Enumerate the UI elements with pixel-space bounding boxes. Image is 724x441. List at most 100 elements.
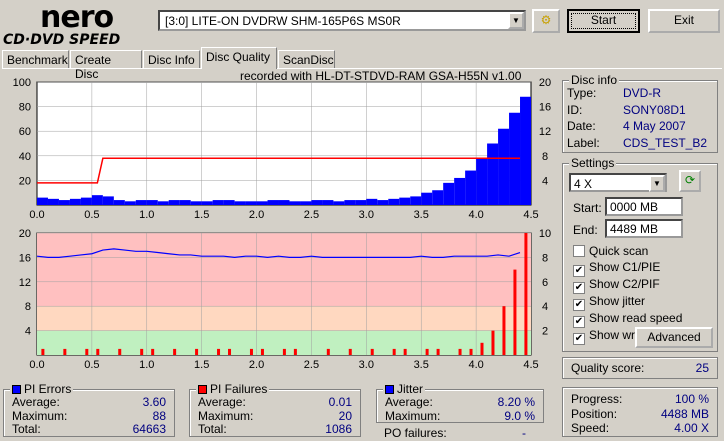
y-tick-label: 100 xyxy=(13,77,31,89)
x-tick-label: 0.0 xyxy=(29,359,44,371)
pi-error-bar xyxy=(289,201,301,205)
x-tick-label: 3.5 xyxy=(414,359,429,371)
checkbox-show-c1-pie[interactable]: ✔ Show C1/PIE xyxy=(573,260,684,277)
start-button[interactable]: Start xyxy=(567,9,640,33)
pi-error-bar xyxy=(322,200,334,205)
checkbox-label: Show C1/PIE xyxy=(589,259,661,274)
x-tick-label: 1.5 xyxy=(194,359,209,371)
speed-value: 4 X xyxy=(574,177,593,191)
pi-failure-bar xyxy=(260,348,264,355)
checkbox-quick-scan[interactable]: Quick scan xyxy=(573,244,684,260)
pi-error-bar xyxy=(311,200,323,205)
checkbox-box[interactable]: ✔ xyxy=(573,332,585,345)
progress-label: Progress: xyxy=(571,392,623,406)
pi-failure-bar xyxy=(469,348,473,355)
end-label: End: xyxy=(573,223,598,237)
settings-group: Settings 4 X ▼ ⟳ Start: 0000 MB End: 4489… xyxy=(562,156,718,352)
start-input[interactable]: 0000 MB xyxy=(605,197,683,216)
checkbox-box[interactable]: ✔ xyxy=(573,264,585,277)
x-tick-label: 4.0 xyxy=(468,359,483,371)
refresh-icon[interactable]: ⟳ xyxy=(679,170,701,192)
tab-disc-info[interactable]: Disc Info xyxy=(143,50,200,68)
quality-band xyxy=(37,233,531,307)
pi-failure-bar xyxy=(151,348,155,355)
label-value: CDS_TEST_B2 xyxy=(623,135,708,150)
drive-select[interactable]: [3:0] LITE-ON DVDRW SHM-165P6S MS0R ▼ xyxy=(158,10,526,31)
chevron-down-icon[interactable]: ▼ xyxy=(649,175,665,192)
pi-failure-bar xyxy=(348,348,352,355)
quality-band xyxy=(37,306,531,331)
y-tick-label: 8 xyxy=(25,301,31,313)
checkbox-box[interactable]: ✔ xyxy=(573,298,585,311)
y2-tick-label: 8 xyxy=(542,151,548,163)
pie-max-value: 88 xyxy=(152,409,166,423)
advanced-button[interactable]: Advanced xyxy=(635,327,713,348)
pi-failure-bar xyxy=(370,348,374,355)
end-input[interactable]: 4489 MB xyxy=(605,219,683,238)
speed-value: 4.00 X xyxy=(674,421,709,435)
pif-chart: 0.0 0.5 1.0 1.5 2.0 2.5 3.0 3.5 4.0 4.54812162024… xyxy=(19,228,551,371)
pi-failure-bar xyxy=(392,348,396,355)
type-label: Type: xyxy=(567,86,597,100)
settings-title: Settings xyxy=(569,156,617,170)
disc-info-labels: Type: ID: Date: Label: xyxy=(567,85,600,151)
jitter-legend-icon xyxy=(385,385,394,394)
pi-failure-bar xyxy=(41,348,45,355)
tab-disc-quality[interactable]: Disc Quality xyxy=(201,47,277,69)
jitter-group: Jitter Average: 8.20 % Maximum: 9.0 % xyxy=(376,382,544,423)
pif-total-label: Total: xyxy=(198,422,227,436)
tab-benchmark[interactable]: Benchmark xyxy=(2,50,69,68)
checkbox-show-jitter[interactable]: ✔ Show jitter xyxy=(573,294,684,311)
pie-chart: 0.0 0.5 1.0 1.5 2.0 2.5 3.0 3.5 4.0 4.5 20 40 60 80 10… xyxy=(13,77,551,221)
x-tick-label: 4.0 xyxy=(468,209,483,221)
pi-error-bar xyxy=(476,158,488,205)
pi-error-bar xyxy=(355,200,367,205)
checkbox-show-read-speed[interactable]: ✔ Show read speed xyxy=(573,311,684,328)
pi-error-bar xyxy=(212,200,224,205)
pi-error-bar xyxy=(267,200,279,205)
pi-error-bar xyxy=(179,200,191,205)
exit-button[interactable]: Exit xyxy=(648,9,720,33)
pif-total-value: 1086 xyxy=(325,422,352,436)
pi-failure-bar xyxy=(491,330,495,355)
y2-tick-label: 6 xyxy=(542,277,548,289)
chevron-down-icon[interactable]: ▼ xyxy=(508,12,524,29)
pi-error-bar xyxy=(201,201,213,205)
pi-failure-bar xyxy=(217,348,221,355)
speed-select[interactable]: 4 X ▼ xyxy=(569,173,667,192)
pi-error-bar xyxy=(454,177,466,205)
pi-error-bar xyxy=(168,200,180,205)
start-label: Start: xyxy=(573,201,602,215)
y-tick-label: 80 xyxy=(19,102,31,114)
pi-error-bar xyxy=(69,198,81,205)
pi-failure-bar xyxy=(480,342,484,355)
y-tick-label: 40 xyxy=(19,151,31,163)
checkbox-box[interactable] xyxy=(573,245,585,257)
tab-create-disc[interactable]: Create Disc xyxy=(70,50,142,81)
quality-score-value: 25 xyxy=(695,361,709,375)
y2-tick-label: 4 xyxy=(542,175,548,187)
x-tick-label: 2.5 xyxy=(304,359,319,371)
x-tick-label: 2.0 xyxy=(249,359,264,371)
pi-error-bar xyxy=(498,128,510,205)
drive-settings-icon[interactable]: ⚙ xyxy=(532,9,560,33)
pi-error-bar xyxy=(102,196,114,205)
pi-error-bar xyxy=(234,201,246,205)
po-failures-value: - xyxy=(522,426,526,440)
pi-failure-bar xyxy=(85,348,89,355)
pi-failure-bar xyxy=(425,348,429,355)
tab-scandisc[interactable]: ScanDisc xyxy=(278,50,335,68)
pi-error-bar xyxy=(487,143,499,205)
pi-error-bar xyxy=(37,197,48,205)
checkbox-show-c2-pif[interactable]: ✔ Show C2/PIF xyxy=(573,277,684,294)
pie-avg-label: Average: xyxy=(12,395,60,409)
pi-failure-bar xyxy=(513,269,517,355)
checkbox-box[interactable]: ✔ xyxy=(573,315,585,328)
x-tick-label: 2.0 xyxy=(249,209,264,221)
pie-avg-value: 3.60 xyxy=(142,395,166,409)
y2-tick-label: 4 xyxy=(542,301,548,313)
jitter-avg-value: 8.20 % xyxy=(497,395,535,409)
pi-failure-bar xyxy=(326,348,330,355)
y2-tick-label: 20 xyxy=(539,77,551,89)
checkbox-box[interactable]: ✔ xyxy=(573,281,585,294)
